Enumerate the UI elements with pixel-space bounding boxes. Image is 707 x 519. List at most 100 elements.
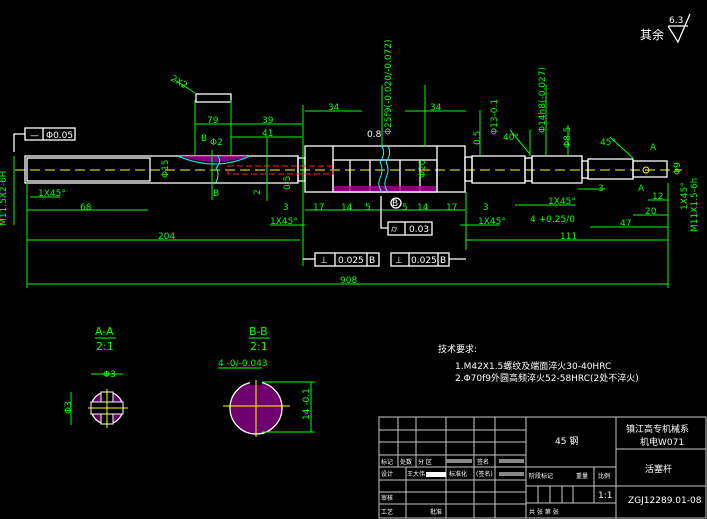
section-mark-a-top: A bbox=[650, 143, 657, 153]
dim-41: 41 bbox=[262, 129, 273, 139]
label-count: 处数 bbox=[400, 458, 412, 466]
dim-39: 39 bbox=[262, 116, 274, 126]
dim-111: 111 bbox=[560, 232, 577, 242]
cylindricity-symbol: ⌭ bbox=[391, 225, 398, 235]
section-aa-height: Φ3 bbox=[64, 401, 74, 414]
label-signed: (签名) bbox=[476, 470, 493, 478]
thread-right: M11X1.5-6h bbox=[690, 178, 700, 232]
thread-left: M11.5X2-6H bbox=[0, 171, 9, 226]
requirement-2: 2.Φ70f9外圆高频淬火52-58HRC(2处不淬火) bbox=[455, 372, 639, 384]
perp2-symbol: ⊥ bbox=[395, 256, 403, 266]
chamfer-5: 1X45° bbox=[680, 182, 690, 210]
dia-2: Φ2 bbox=[210, 138, 223, 148]
label-approve: 批准 bbox=[430, 508, 442, 516]
class-name: 机电W071 bbox=[640, 436, 684, 448]
perp1-datum: B bbox=[369, 256, 375, 266]
section-aa-scale: 2:1 bbox=[96, 340, 114, 353]
label-sheets: 共 张 第 张 bbox=[529, 508, 559, 516]
chamfer-1: 1X45° bbox=[38, 189, 66, 199]
designer-name: 王大伟 bbox=[407, 470, 425, 478]
label-design: 设计 bbox=[381, 470, 393, 478]
label-process: 工艺 bbox=[381, 508, 393, 516]
dim-14-left: 14 bbox=[341, 203, 353, 213]
dim-5-left: 5 bbox=[365, 203, 371, 213]
straightness-symbol: — bbox=[30, 131, 39, 141]
requirements-title: 技术要求: bbox=[438, 343, 477, 355]
technical-requirements: 技术要求: 1.M42X1.5螺纹及端面淬火30-40HRC 2.Φ70f9外圆… bbox=[438, 343, 639, 384]
dim-3-left: 3 bbox=[283, 203, 289, 213]
label-mark: 标记 bbox=[381, 458, 393, 466]
dim-34-right: 34 bbox=[430, 103, 442, 113]
title-block: 标记 处数 分 区 签名 设计 王大伟 标准化 (签名) 阶段标记 重量 比例 … bbox=[378, 416, 707, 519]
dia-8.5: Φ8.5 bbox=[563, 127, 573, 148]
dim-68: 68 bbox=[80, 203, 92, 213]
perpendicularity-frame-2: ⊥ 0.025 B bbox=[390, 252, 466, 267]
chamfer-2: 1X45° bbox=[270, 217, 298, 227]
requirement-1: 1.M42X1.5螺纹及端面淬火30-40HRC bbox=[455, 360, 611, 372]
perp1-value: 0.025 bbox=[338, 256, 364, 266]
section-b-b: B-B 2:1 4 -0/-0.043 14 -0.1 bbox=[218, 325, 315, 437]
cad-drawing: 其余 6.3 68 204 908 111 79 39 41 34 34 17 … bbox=[0, 13, 707, 519]
dim-20: 20 bbox=[645, 207, 657, 217]
label-review: 审核 bbox=[381, 494, 393, 502]
label-weight: 重量 bbox=[576, 472, 588, 480]
dia-20: Φ20 bbox=[418, 159, 428, 178]
roughness-0.8: 0.8 bbox=[367, 130, 382, 140]
section-aa-width: Φ3 bbox=[103, 370, 116, 380]
dim-17-right: 17 bbox=[446, 203, 457, 213]
cylindricity-value: 0.03 bbox=[409, 225, 429, 235]
surface-finish-value: 6.3 bbox=[669, 16, 683, 26]
dim-0.5-left: 0.5 bbox=[283, 176, 293, 190]
dim-5-right: 5 bbox=[402, 203, 408, 213]
surface-finish-label: 其余 bbox=[640, 27, 664, 42]
angle-45: 45° bbox=[600, 138, 616, 148]
label-stage: 阶段标记 bbox=[529, 472, 553, 480]
chamfer-4: 1X45° bbox=[548, 197, 576, 207]
dim-34-left: 34 bbox=[328, 103, 340, 113]
straightness-frame: — Φ0.05 bbox=[13, 127, 76, 152]
label-sign: 签名 bbox=[477, 458, 489, 466]
straightness-value: Φ0.05 bbox=[46, 131, 73, 141]
label-ratio: 比例 bbox=[598, 472, 610, 480]
section-mark-b-top: B bbox=[201, 134, 207, 144]
scale-value: 1:1 bbox=[598, 491, 612, 501]
section-bb-scale: 2:1 bbox=[250, 340, 268, 353]
dim-3-mid: 3 bbox=[483, 203, 489, 213]
dim-204: 204 bbox=[158, 232, 175, 242]
dim-17-left: 17 bbox=[313, 203, 324, 213]
dia-9: Φ9 bbox=[673, 162, 683, 175]
dim-2: 2 bbox=[253, 189, 263, 195]
datum-b: B bbox=[392, 199, 398, 209]
angle-40: 40° bbox=[503, 133, 519, 143]
section-mark-a-bottom: A bbox=[638, 184, 645, 194]
section-aa-title: A-A bbox=[95, 325, 114, 338]
section-bb-title: B-B bbox=[249, 325, 268, 338]
section-a-a: A-A 2:1 Φ3 Φ3 bbox=[64, 325, 128, 428]
dim-908: 908 bbox=[340, 276, 357, 286]
cylindricity-frame: ⌭ 0.03 bbox=[380, 196, 433, 236]
perpendicularity-frame-1: ⊥ 0.025 B bbox=[303, 252, 380, 267]
dim-79: 79 bbox=[207, 116, 219, 126]
section-mark-b-bottom: B bbox=[213, 189, 219, 199]
label-standard: 标准化 bbox=[449, 470, 467, 478]
material: 45 钢 bbox=[555, 435, 578, 447]
perp2-datum: B bbox=[440, 256, 446, 266]
groove-dim: 4 +0.25/0 bbox=[530, 215, 575, 225]
dim-14-right: 14 bbox=[417, 203, 429, 213]
surface-finish-symbol: 其余 6.3 bbox=[640, 13, 691, 44]
dia-15: Φ15 bbox=[161, 159, 171, 178]
school-name: 镇江高专机械系 bbox=[626, 423, 689, 435]
dia-13: Φ13-0.1 bbox=[490, 99, 500, 135]
drawing-number: ZGJ12289.01-08 bbox=[628, 496, 702, 506]
dim-0.5-right: 0.5 bbox=[473, 131, 483, 145]
dim-47: 47 bbox=[620, 219, 631, 229]
dim-3-right: 3 bbox=[598, 184, 604, 194]
label-zone: 分 区 bbox=[418, 458, 432, 466]
dim-12: 12 bbox=[652, 192, 663, 202]
dia-25-f9: Φ25f9(-0.020/-0.072) bbox=[384, 39, 394, 135]
chamfer-3: 1X45° bbox=[478, 217, 506, 227]
perp1-symbol: ⊥ bbox=[320, 256, 328, 266]
dia-14-h8: Φ14h8(-0.027) bbox=[538, 67, 548, 133]
perp2-value: 0.025 bbox=[411, 256, 437, 266]
part-name: 活塞杆 bbox=[645, 463, 672, 475]
